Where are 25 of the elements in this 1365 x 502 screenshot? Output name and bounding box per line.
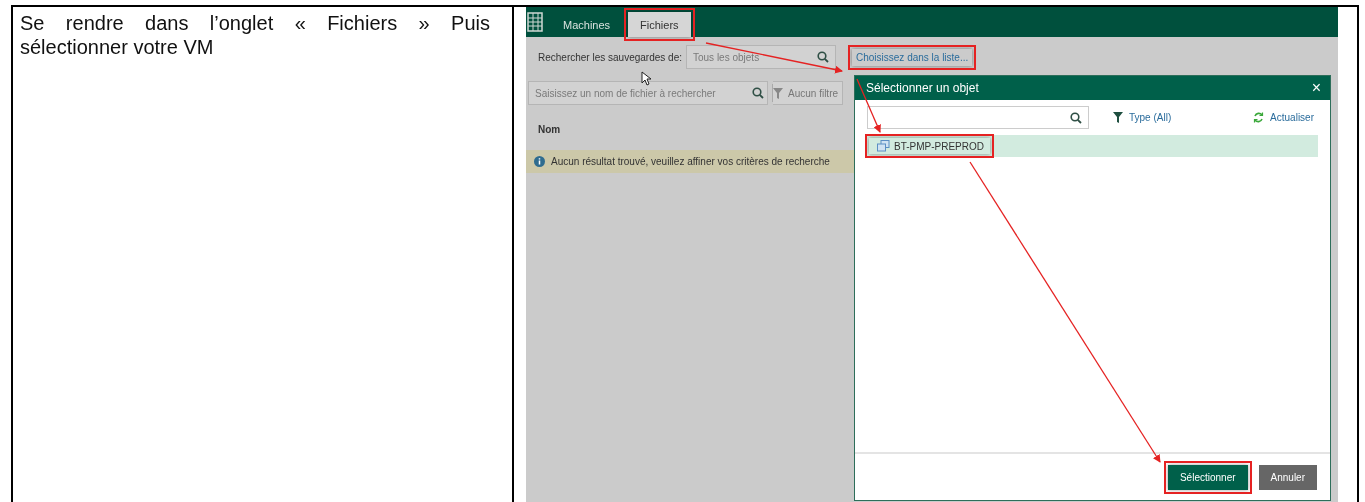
tab[interactable]: Machines bbox=[551, 12, 623, 37]
search-field[interactable] bbox=[867, 106, 1089, 129]
cancel-button[interactable]: Annuler bbox=[1258, 464, 1317, 490]
search-icon[interactable] bbox=[752, 87, 764, 99]
search-icon[interactable] bbox=[817, 51, 829, 63]
filter-icon bbox=[1113, 112, 1123, 123]
grid-icon[interactable] bbox=[527, 12, 543, 32]
vm-label[interactable]: BT-PMP-PREPROD bbox=[869, 138, 990, 154]
vm-icon bbox=[877, 140, 890, 152]
file-search-field[interactable]: Saisissez un nom de fichier à rechercher bbox=[528, 81, 768, 105]
column-header[interactable]: Nom bbox=[538, 124, 561, 135]
instruction-text: Se rendre dans l’onglet « Fichiers » Puis sélectionner votre VM bbox=[20, 11, 490, 59]
close-button[interactable]: × bbox=[1308, 79, 1324, 97]
info-icon bbox=[534, 156, 545, 167]
search-label: Rechercher les sauvegardes de: bbox=[538, 51, 683, 63]
type-filter-button[interactable]: Type (All) bbox=[1113, 112, 1172, 123]
list-item[interactable]: BT-PMP-PREPROD bbox=[867, 135, 1318, 157]
search-field[interactable]: Tous les objets bbox=[686, 45, 836, 69]
search-icon[interactable] bbox=[1070, 111, 1082, 124]
cursor-icon bbox=[641, 71, 651, 86]
filter-icon bbox=[773, 87, 783, 99]
dialog-title: Sélectionner un objet bbox=[866, 81, 979, 95]
refresh-icon bbox=[1253, 112, 1265, 123]
message-text: Aucun résultat trouvé, veuillez affiner vos critères de recherche bbox=[551, 156, 830, 167]
refresh-button[interactable]: Actualiser bbox=[1253, 112, 1314, 123]
